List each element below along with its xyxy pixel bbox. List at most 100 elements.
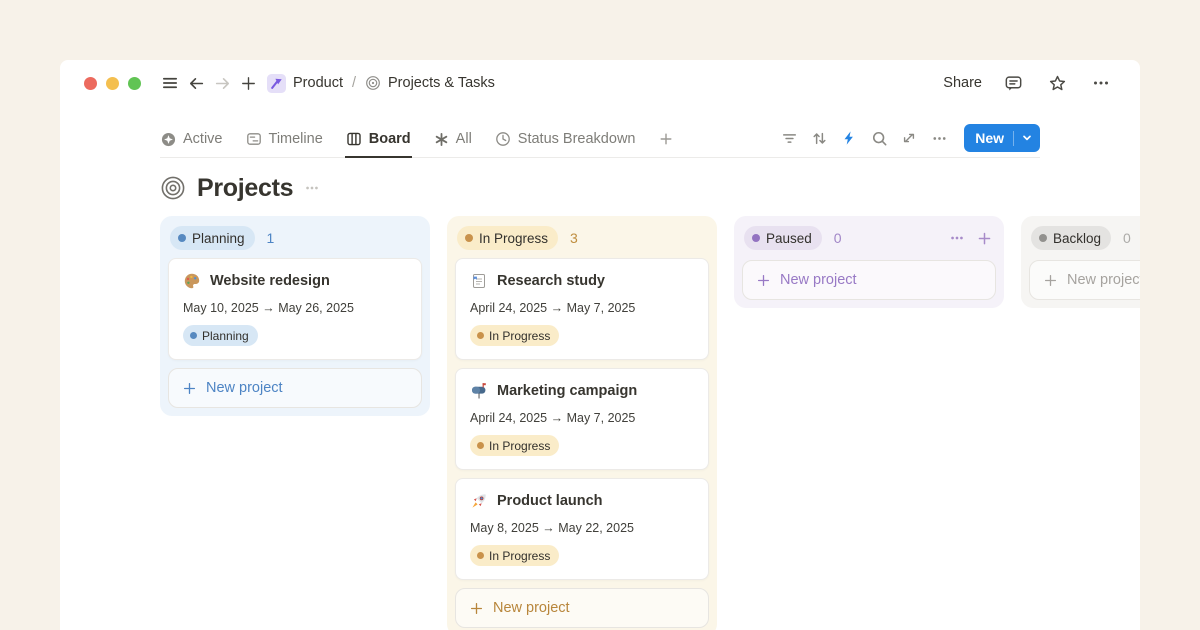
status-dot <box>477 552 484 559</box>
status-tag-paused[interactable]: Paused <box>744 226 822 250</box>
new-project-label: New project <box>493 600 570 616</box>
status-tag-planning[interactable]: Planning <box>170 226 255 250</box>
column-count: 0 <box>834 230 842 246</box>
status-dot <box>178 234 186 242</box>
new-button[interactable]: New <box>964 124 1040 152</box>
favorite-star-icon[interactable] <box>1044 70 1070 96</box>
app-window: Product / Projects & Tasks Share Active <box>60 60 1140 630</box>
sort-icon[interactable] <box>806 125 832 151</box>
column-more-icon[interactable] <box>949 230 965 246</box>
back-arrow-icon[interactable] <box>183 70 209 96</box>
card-title: Website redesign <box>210 273 330 289</box>
traffic-lights <box>84 77 141 90</box>
status-tag-backlog[interactable]: Backlog <box>1031 226 1111 250</box>
status-tag-label: Paused <box>766 231 812 246</box>
column-in-progress: In Progress 3 Research study April 24, 2… <box>447 216 717 630</box>
new-button-chevron-down-icon[interactable] <box>1014 133 1040 143</box>
comments-icon[interactable] <box>1000 70 1026 96</box>
card-date-range: May 8, 2025 → May 22, 2025 <box>470 521 694 535</box>
status-dot <box>190 332 197 339</box>
tab-active[interactable]: Active <box>160 131 224 158</box>
page-bullseye-icon <box>365 75 381 91</box>
card-title: Research study <box>497 273 605 289</box>
breadcrumb-workspace[interactable]: Product <box>293 75 343 91</box>
share-button[interactable]: Share <box>943 75 982 91</box>
new-project-button-planning[interactable]: New project <box>168 368 422 408</box>
column-planning-header[interactable]: Planning 1 <box>168 224 422 252</box>
tab-status-breakdown[interactable]: Status Breakdown <box>494 131 637 158</box>
breadcrumb-separator: / <box>352 75 356 91</box>
sidebar-menu-icon[interactable] <box>157 70 183 96</box>
tab-board[interactable]: Board <box>345 131 412 158</box>
view-more-icon[interactable] <box>926 125 952 151</box>
card-title: Product launch <box>497 493 603 509</box>
palette-emoji-icon <box>183 272 201 290</box>
expand-view-icon[interactable] <box>896 125 922 151</box>
new-project-button-backlog[interactable]: New project <box>1029 260 1140 300</box>
card-date-range: April 24, 2025 → May 7, 2025 <box>470 411 694 425</box>
add-view-button[interactable] <box>657 131 675 158</box>
breadcrumb-page[interactable]: Projects & Tasks <box>388 75 495 91</box>
status-tag-in-progress[interactable]: In Progress <box>457 226 558 250</box>
tab-board-label: Board <box>369 131 411 147</box>
zoom-window-button[interactable] <box>128 77 141 90</box>
tab-timeline[interactable]: Timeline <box>245 131 324 158</box>
column-planning: Planning 1 Website redesign May 10, 2025… <box>160 216 430 416</box>
automations-bolt-icon[interactable] <box>836 125 862 151</box>
new-page-plus-icon[interactable] <box>235 70 261 96</box>
card-status-tag: In Progress <box>470 545 559 566</box>
project-card-website-redesign[interactable]: Website redesign May 10, 2025 → May 26, … <box>168 258 422 360</box>
workspace-logo-icon[interactable] <box>267 74 286 93</box>
search-icon[interactable] <box>866 125 892 151</box>
status-dot <box>477 442 484 449</box>
page-title: Projects <box>197 174 293 203</box>
card-status-label: In Progress <box>489 439 550 453</box>
card-status-tag: Planning <box>183 325 258 346</box>
breadcrumb: Product / Projects & Tasks <box>267 74 495 93</box>
topbar-actions: Share <box>943 70 1114 96</box>
status-dot <box>465 234 473 242</box>
page-header: Projects <box>160 172 1040 204</box>
tab-all-label: All <box>456 131 472 147</box>
project-card-research-study[interactable]: Research study April 24, 2025 → May 7, 2… <box>455 258 709 360</box>
column-count: 1 <box>267 230 275 246</box>
column-paused: Paused 0 New project <box>734 216 1004 308</box>
title-more-icon[interactable] <box>304 180 320 196</box>
column-count: 0 <box>1123 230 1131 246</box>
column-paused-header[interactable]: Paused 0 <box>742 224 996 252</box>
card-title: Marketing campaign <box>497 383 637 399</box>
forward-arrow-icon[interactable] <box>209 70 235 96</box>
kanban-board: Planning 1 Website redesign May 10, 2025… <box>60 216 1140 630</box>
new-project-button-in-progress[interactable]: New project <box>455 588 709 628</box>
status-tag-label: Backlog <box>1053 231 1101 246</box>
column-backlog-header[interactable]: Backlog 0 <box>1029 224 1140 252</box>
window-topbar: Product / Projects & Tasks Share <box>60 60 1140 106</box>
minimize-window-button[interactable] <box>106 77 119 90</box>
card-date-range: May 10, 2025 → May 26, 2025 <box>183 301 407 315</box>
column-add-icon[interactable] <box>977 231 992 246</box>
view-toolbar: New <box>776 124 1040 157</box>
view-tab-bar: Active Timeline Board All Status Breakdo… <box>160 125 1040 158</box>
new-project-label: New project <box>206 380 283 396</box>
column-in-progress-header[interactable]: In Progress 3 <box>455 224 709 252</box>
card-date-range: April 24, 2025 → May 7, 2025 <box>470 301 694 315</box>
tab-all[interactable]: All <box>433 131 473 158</box>
card-status-label: In Progress <box>489 549 550 563</box>
close-window-button[interactable] <box>84 77 97 90</box>
more-options-icon[interactable] <box>1088 70 1114 96</box>
filter-icon[interactable] <box>776 125 802 151</box>
new-project-button-paused[interactable]: New project <box>742 260 996 300</box>
column-count: 3 <box>570 230 578 246</box>
tab-timeline-label: Timeline <box>269 131 323 147</box>
project-card-product-launch[interactable]: Product launch May 8, 2025 → May 22, 202… <box>455 478 709 580</box>
rocket-emoji-icon <box>470 492 488 510</box>
status-tag-label: In Progress <box>479 231 548 246</box>
status-dot <box>1039 234 1047 242</box>
tab-active-label: Active <box>183 131 223 147</box>
projects-bullseye-icon <box>160 175 186 201</box>
card-status-label: Planning <box>202 329 249 343</box>
project-card-marketing-campaign[interactable]: Marketing campaign April 24, 2025 → May … <box>455 368 709 470</box>
column-backlog: Backlog 0 New project <box>1021 216 1140 308</box>
card-status-label: In Progress <box>489 329 550 343</box>
tab-status-breakdown-label: Status Breakdown <box>518 131 636 147</box>
